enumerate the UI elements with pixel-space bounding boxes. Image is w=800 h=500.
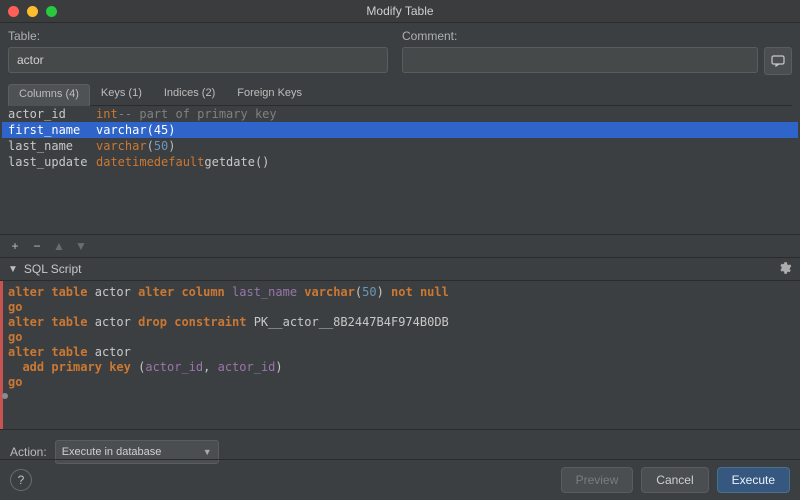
column-row[interactable]: last_name varchar(50) <box>2 138 798 154</box>
table-name-input[interactable] <box>8 47 388 73</box>
tab-foreign-keys[interactable]: Foreign Keys <box>226 83 313 105</box>
gear-icon[interactable] <box>778 261 792 278</box>
tabs: Columns (4)Keys (1)Indices (2)Foreign Ke… <box>8 83 792 106</box>
fold-icon[interactable] <box>2 393 8 399</box>
add-column-button[interactable]: + <box>8 239 22 253</box>
columns-list[interactable]: actor_id int -- part of primary keyfirst… <box>2 106 798 170</box>
cancel-button[interactable]: Cancel <box>641 467 708 493</box>
action-selected: Execute in database <box>62 446 162 458</box>
comment-label: Comment: <box>402 29 792 43</box>
titlebar: Modify Table <box>0 0 800 23</box>
chevron-down-icon: ▼ <box>8 264 18 275</box>
action-label: Action: <box>10 445 47 459</box>
dialog-footer: ? Preview Cancel Execute <box>0 459 800 500</box>
sql-section-header[interactable]: ▼ SQL Script <box>0 258 800 281</box>
columns-toolbar: + − ▲ ▼ <box>0 234 800 258</box>
tab-indices[interactable]: Indices (2) <box>153 83 226 105</box>
comment-input[interactable] <box>402 47 758 73</box>
comment-expand-button[interactable] <box>764 47 792 75</box>
column-row[interactable]: first_name varchar(45) <box>2 122 798 138</box>
comment-icon <box>771 55 785 67</box>
sql-section-title: SQL Script <box>24 262 82 276</box>
preview-button[interactable]: Preview <box>561 467 634 493</box>
table-label: Table: <box>8 29 388 43</box>
tab-columns[interactable]: Columns (4) <box>8 84 90 106</box>
chevron-down-icon: ▼ <box>203 447 212 457</box>
column-row[interactable]: last_updatedatetime default getdate() <box>2 154 798 170</box>
sql-change-gutter <box>0 281 3 429</box>
form-row: Table: Comment: <box>0 23 800 75</box>
remove-column-button[interactable]: − <box>30 239 44 253</box>
move-down-button[interactable]: ▼ <box>74 239 88 253</box>
execute-button[interactable]: Execute <box>717 467 790 493</box>
tab-keys[interactable]: Keys (1) <box>90 83 153 105</box>
move-up-button[interactable]: ▲ <box>52 239 66 253</box>
help-button[interactable]: ? <box>10 469 32 491</box>
sql-script-editor[interactable]: alter table actor alter column last_name… <box>0 281 800 430</box>
column-row[interactable]: actor_id int -- part of primary key <box>2 106 798 122</box>
window-title: Modify Table <box>0 4 800 18</box>
